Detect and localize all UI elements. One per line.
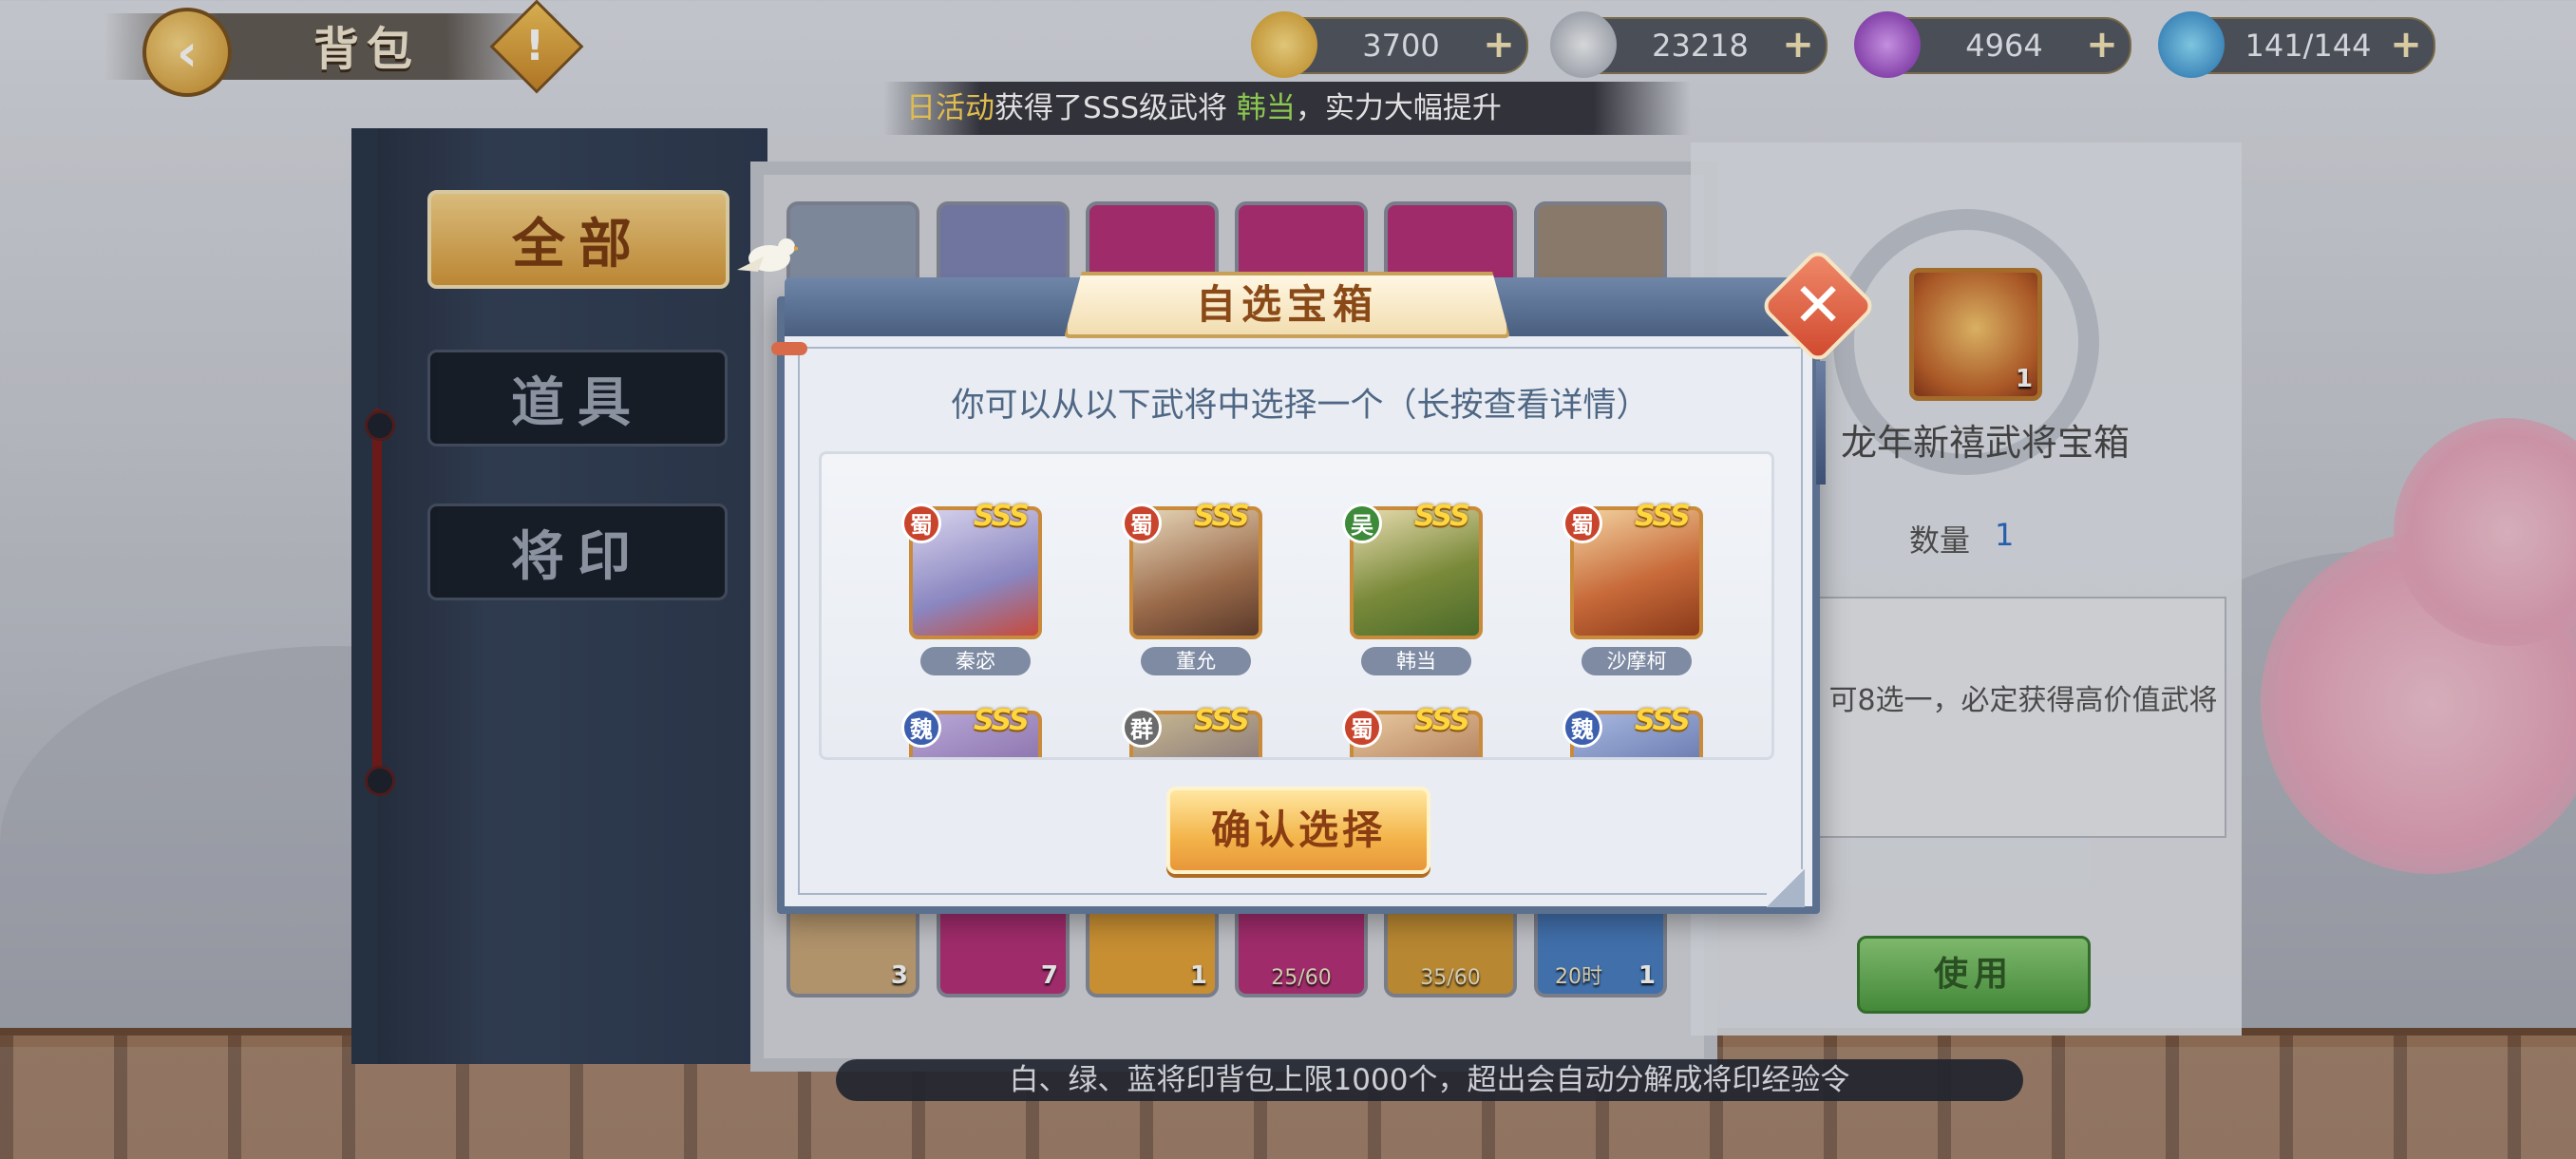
- hero-name: 沙摩柯: [1582, 647, 1692, 675]
- dialog-title: 自选宝箱: [1195, 281, 1378, 328]
- scroll-pin: [771, 342, 807, 355]
- grade-badge: SSS: [974, 704, 1030, 737]
- hero-name: 韩当: [1361, 647, 1471, 675]
- grade-badge: SSS: [1635, 500, 1691, 533]
- grade-badge: SSS: [1194, 500, 1250, 533]
- hero-name: 秦宓: [920, 647, 1031, 675]
- hero-name: 董允: [1141, 647, 1251, 675]
- faction-badge: 蜀: [901, 504, 941, 543]
- faction-badge: 蜀: [1122, 504, 1162, 543]
- bird-icon: [737, 238, 798, 272]
- tassel-decoration: [1816, 361, 1826, 484]
- grade-badge: SSS: [1414, 704, 1470, 737]
- faction-badge: 魏: [901, 708, 941, 748]
- page-corner-decoration: [1767, 869, 1805, 907]
- grade-badge: SSS: [974, 500, 1030, 533]
- dialog-subtitle: 你可以从以下武将中选择一个（长按查看详情）: [951, 387, 1650, 425]
- confirm-selection-button[interactable]: 确认选择: [1166, 787, 1430, 874]
- faction-badge: 魏: [1563, 708, 1602, 748]
- grade-badge: SSS: [1635, 704, 1691, 737]
- faction-badge: 吴: [1342, 504, 1382, 543]
- faction-badge: 蜀: [1563, 504, 1602, 543]
- faction-badge: 群: [1122, 708, 1162, 748]
- hero-selection-list[interactable]: 蜀 SSS 秦宓 蜀 SSS 董允 吴 SSS 韩当 蜀 SSS 沙摩柯 魏 S…: [819, 451, 1774, 760]
- grade-badge: SSS: [1414, 500, 1470, 533]
- grade-badge: SSS: [1194, 704, 1250, 737]
- faction-badge: 蜀: [1342, 708, 1382, 748]
- close-icon: ✕: [1792, 271, 1844, 341]
